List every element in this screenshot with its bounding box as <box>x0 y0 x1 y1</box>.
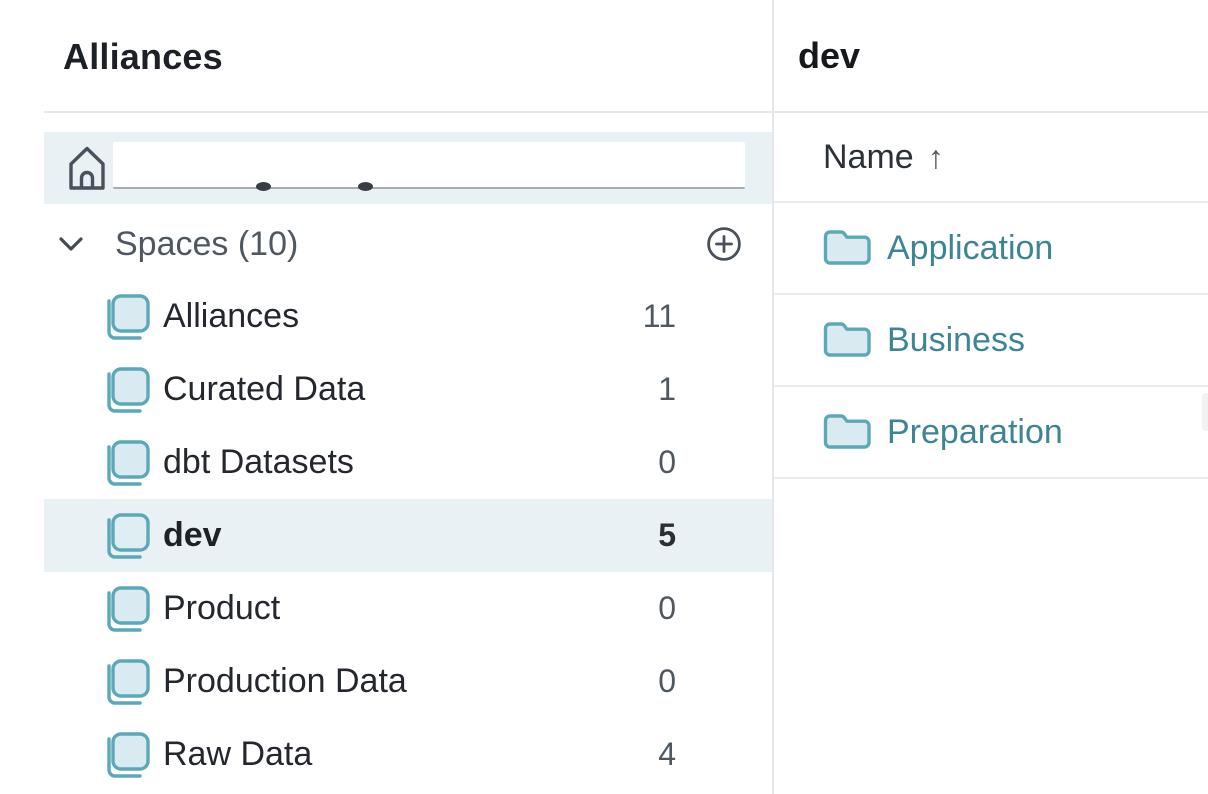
space-icon <box>106 510 150 562</box>
name-header-label: Name <box>823 138 914 177</box>
folder-icon <box>823 321 871 359</box>
sidebar-item-dbt-datasets[interactable]: dbt Datasets 0 <box>44 426 772 499</box>
space-item-label: Raw Data <box>163 735 312 774</box>
folder-link[interactable]: Preparation <box>887 413 1063 452</box>
folder-row-preparation[interactable]: Preparation <box>774 387 1208 479</box>
sidebar-item-curated-data[interactable]: Curated Data 1 <box>44 353 772 426</box>
page-title: dev <box>798 35 860 77</box>
sidebar-item-raw-data[interactable]: Raw Data 4 <box>44 718 772 791</box>
chevron-down-icon[interactable] <box>58 236 84 252</box>
sidebar-header-divider <box>44 111 772 113</box>
space-item-label: dbt Datasets <box>163 443 354 482</box>
folder-row-business[interactable]: Business <box>774 295 1208 387</box>
plus-circle-icon <box>706 226 742 262</box>
folder-link[interactable]: Business <box>887 321 1025 360</box>
space-item-label: Product <box>163 589 280 628</box>
sidebar-item-production-data[interactable]: Production Data 0 <box>44 645 772 718</box>
arrow-up-icon[interactable]: ↑ <box>928 139 944 176</box>
space-item-count: 4 <box>658 736 676 773</box>
space-item-label: Production Data <box>163 662 407 701</box>
space-icon <box>106 729 150 781</box>
redacted-text-descender <box>256 182 271 191</box>
sidebar-item-alliances[interactable]: Alliances 11 <box>44 280 772 353</box>
sidebar-item-dev[interactable]: dev 5 <box>44 499 772 572</box>
sidebar-header: Alliances <box>0 0 772 113</box>
name-column-header[interactable]: Name ↑ <box>774 113 1208 203</box>
space-icon <box>106 656 150 708</box>
space-item-count: 11 <box>643 298 676 335</box>
right-edge-artifact <box>1202 393 1208 431</box>
space-icon <box>106 291 150 343</box>
sidebar-item-home[interactable] <box>44 132 772 204</box>
redacted-home-label <box>113 142 745 189</box>
space-icon <box>106 437 150 489</box>
sidebar-item-product[interactable]: Product 0 <box>44 572 772 645</box>
space-item-label: Curated Data <box>163 370 365 409</box>
space-icon <box>106 364 150 416</box>
space-item-count: 0 <box>658 590 676 627</box>
folder-icon <box>823 413 871 451</box>
space-icon <box>106 583 150 635</box>
folder-link[interactable]: Application <box>887 229 1053 268</box>
folder-icon <box>823 229 871 267</box>
space-item-count: 5 <box>658 517 676 554</box>
spaces-list: Alliances 11 Curated Data 1 <box>0 280 772 791</box>
space-item-count: 1 <box>658 371 676 408</box>
sidebar-title: Alliances <box>63 36 223 78</box>
content-header: dev <box>774 0 1208 113</box>
spaces-group-row[interactable]: Spaces (10) <box>44 208 772 280</box>
space-browser-page: Alliances Spaces (10) <box>0 0 1208 794</box>
space-item-count: 0 <box>658 444 676 481</box>
space-content-panel: dev Name ↑ Application Business <box>774 0 1208 794</box>
space-item-label: dev <box>163 516 222 555</box>
spaces-sidebar: Alliances Spaces (10) <box>0 0 772 794</box>
add-space-button[interactable] <box>706 226 742 262</box>
home-icon <box>67 144 107 192</box>
folder-row-application[interactable]: Application <box>774 203 1208 295</box>
redacted-text-descender <box>358 182 373 191</box>
space-item-count: 0 <box>658 663 676 700</box>
space-item-label: Alliances <box>163 297 299 336</box>
spaces-group-label: Spaces (10) <box>115 225 298 264</box>
